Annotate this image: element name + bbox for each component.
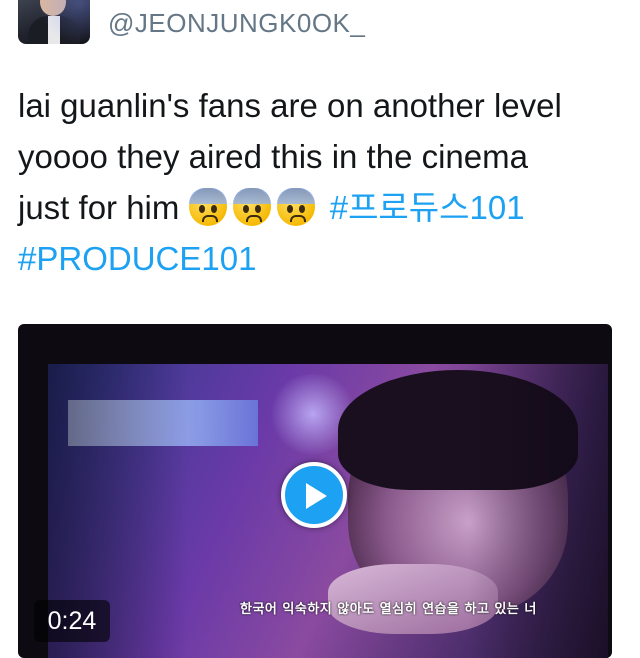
tweet-line-3-text: just for him <box>18 189 180 226</box>
anxious-face-icon <box>276 188 315 226</box>
tweet-header: @JEONJUNGK0OK_ <box>0 0 640 52</box>
hashtag-link-produce101[interactable]: #PRODUCE101 <box>18 240 256 277</box>
tweet-line-2: yoooo they aired this in the cinema <box>18 138 528 175</box>
hashtag-link-produce101-korean[interactable]: #프로듀스101 <box>330 189 525 226</box>
anxious-face-icon <box>188 188 227 226</box>
video-duration-badge: 0:24 <box>34 600 110 642</box>
tweet-line-1: lai guanlin's fans are on another level <box>18 87 562 124</box>
user-handle[interactable]: @JEONJUNGK0OK_ <box>108 8 365 39</box>
tweet-line-4: #PRODUCE101 <box>18 233 628 284</box>
anxious-face-icon <box>232 188 271 226</box>
video-subtitle: 한국어 익숙하지 않아도 열심히 연습을 하고 있는 너 <box>240 602 537 617</box>
tweet-line-3: just for him #프로듀스101 <box>18 182 628 233</box>
avatar[interactable] <box>18 0 90 44</box>
play-button[interactable] <box>281 462 347 528</box>
tweet-body: lai guanlin's fans are on another level … <box>18 80 628 284</box>
play-icon <box>306 483 327 509</box>
